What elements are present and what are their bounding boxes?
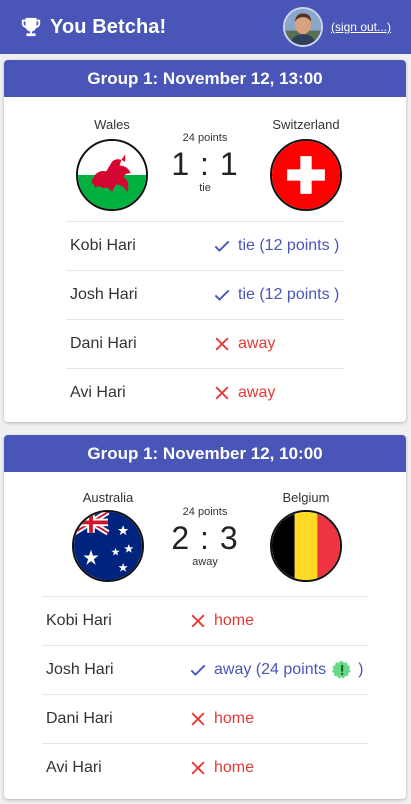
score: 1 : 1 xyxy=(171,146,239,182)
bet-pick-label: tie (12 points ) xyxy=(238,286,340,303)
home-team-name: Wales xyxy=(94,117,130,132)
cross-icon xyxy=(215,337,229,351)
check-icon xyxy=(214,289,230,301)
player-name: Kobi Hari xyxy=(46,612,112,629)
bet-pick-label: home xyxy=(214,612,255,629)
bet-row: Josh Hari tie (12 points ) xyxy=(66,270,345,319)
exclamation-badge-icon xyxy=(332,660,351,679)
score-block: 24 points 1 : 1 tie xyxy=(4,132,406,194)
check-icon xyxy=(190,664,206,676)
home-team-name: Australia xyxy=(82,490,134,505)
app-title: You Betcha! xyxy=(50,15,167,38)
bet-row: Avi Hari away xyxy=(66,368,345,417)
score-block: 24 points 2 : 3 away xyxy=(4,506,406,568)
bet-row: Dani Hari home xyxy=(42,694,368,743)
result-label: tie xyxy=(199,182,211,194)
app-bar: You Betcha! (sign out...) xyxy=(0,0,411,54)
away-team-name: Belgium xyxy=(282,490,330,505)
match-card: Group 1: November 12, 10:00 Australia Be… xyxy=(4,435,406,799)
match-header: Group 1: November 12, 10:00 xyxy=(4,435,406,472)
bet-row: Kobi Hari home xyxy=(42,596,368,645)
bet-row: Kobi Hari tie (12 points ) xyxy=(66,221,345,270)
bet-pick: away xyxy=(212,334,275,354)
match-card: Group 1: November 12, 13:00 Wales Switze… xyxy=(4,60,406,422)
player-name: Josh Hari xyxy=(70,286,138,303)
bet-pick-label: home xyxy=(214,759,255,776)
bet-pick: tie (12 points ) xyxy=(212,285,339,305)
player-name: Dani Hari xyxy=(70,335,137,352)
bet-pick-label: home xyxy=(214,710,255,727)
match-header: Group 1: November 12, 13:00 xyxy=(4,60,406,97)
bet-pick-label: away xyxy=(238,384,276,401)
bet-pick-label: away (24 points xyxy=(214,661,327,678)
avatar[interactable] xyxy=(282,7,323,47)
bet-pick: tie (12 points ) xyxy=(212,236,339,256)
cross-icon xyxy=(191,761,205,775)
bet-pick-label: away xyxy=(238,335,276,352)
bet-row: Josh Hari away (24 points ) xyxy=(42,645,368,694)
bet-pick: home xyxy=(188,709,254,729)
bet-pick: home xyxy=(188,758,254,778)
bet-row: Dani Hari away xyxy=(66,319,345,368)
cross-icon xyxy=(215,386,229,400)
sign-out-link[interactable]: (sign out...) xyxy=(331,20,391,34)
bet-pick-label: tie (12 points ) xyxy=(238,237,340,254)
away-team-name: Switzerland xyxy=(272,117,340,132)
cross-icon xyxy=(191,712,205,726)
bet-pick: away xyxy=(212,383,275,403)
matchup: Wales Switzerland 24 points 1: 1 tie xyxy=(4,97,406,211)
score: 2 : 3 xyxy=(171,520,239,556)
player-name: Josh Hari xyxy=(46,661,114,678)
check-icon xyxy=(214,240,230,252)
player-name: Dani Hari xyxy=(46,710,113,727)
player-name: Avi Hari xyxy=(46,759,102,776)
bet-pick: away (24 points ) xyxy=(188,660,363,680)
matchup: Australia Belgium 24 points 2: 3 away xyxy=(4,472,406,583)
points-label: 24 points xyxy=(182,132,228,144)
player-name: Kobi Hari xyxy=(70,237,136,254)
bet-pick-suffix: ) xyxy=(358,661,364,678)
trophy-icon xyxy=(21,17,41,37)
bet-row: Avi Hari home xyxy=(42,743,368,792)
cross-icon xyxy=(191,614,205,628)
bet-pick: home xyxy=(188,611,254,631)
result-label: away xyxy=(192,556,218,568)
points-label: 24 points xyxy=(182,506,228,518)
player-name: Avi Hari xyxy=(70,384,126,401)
